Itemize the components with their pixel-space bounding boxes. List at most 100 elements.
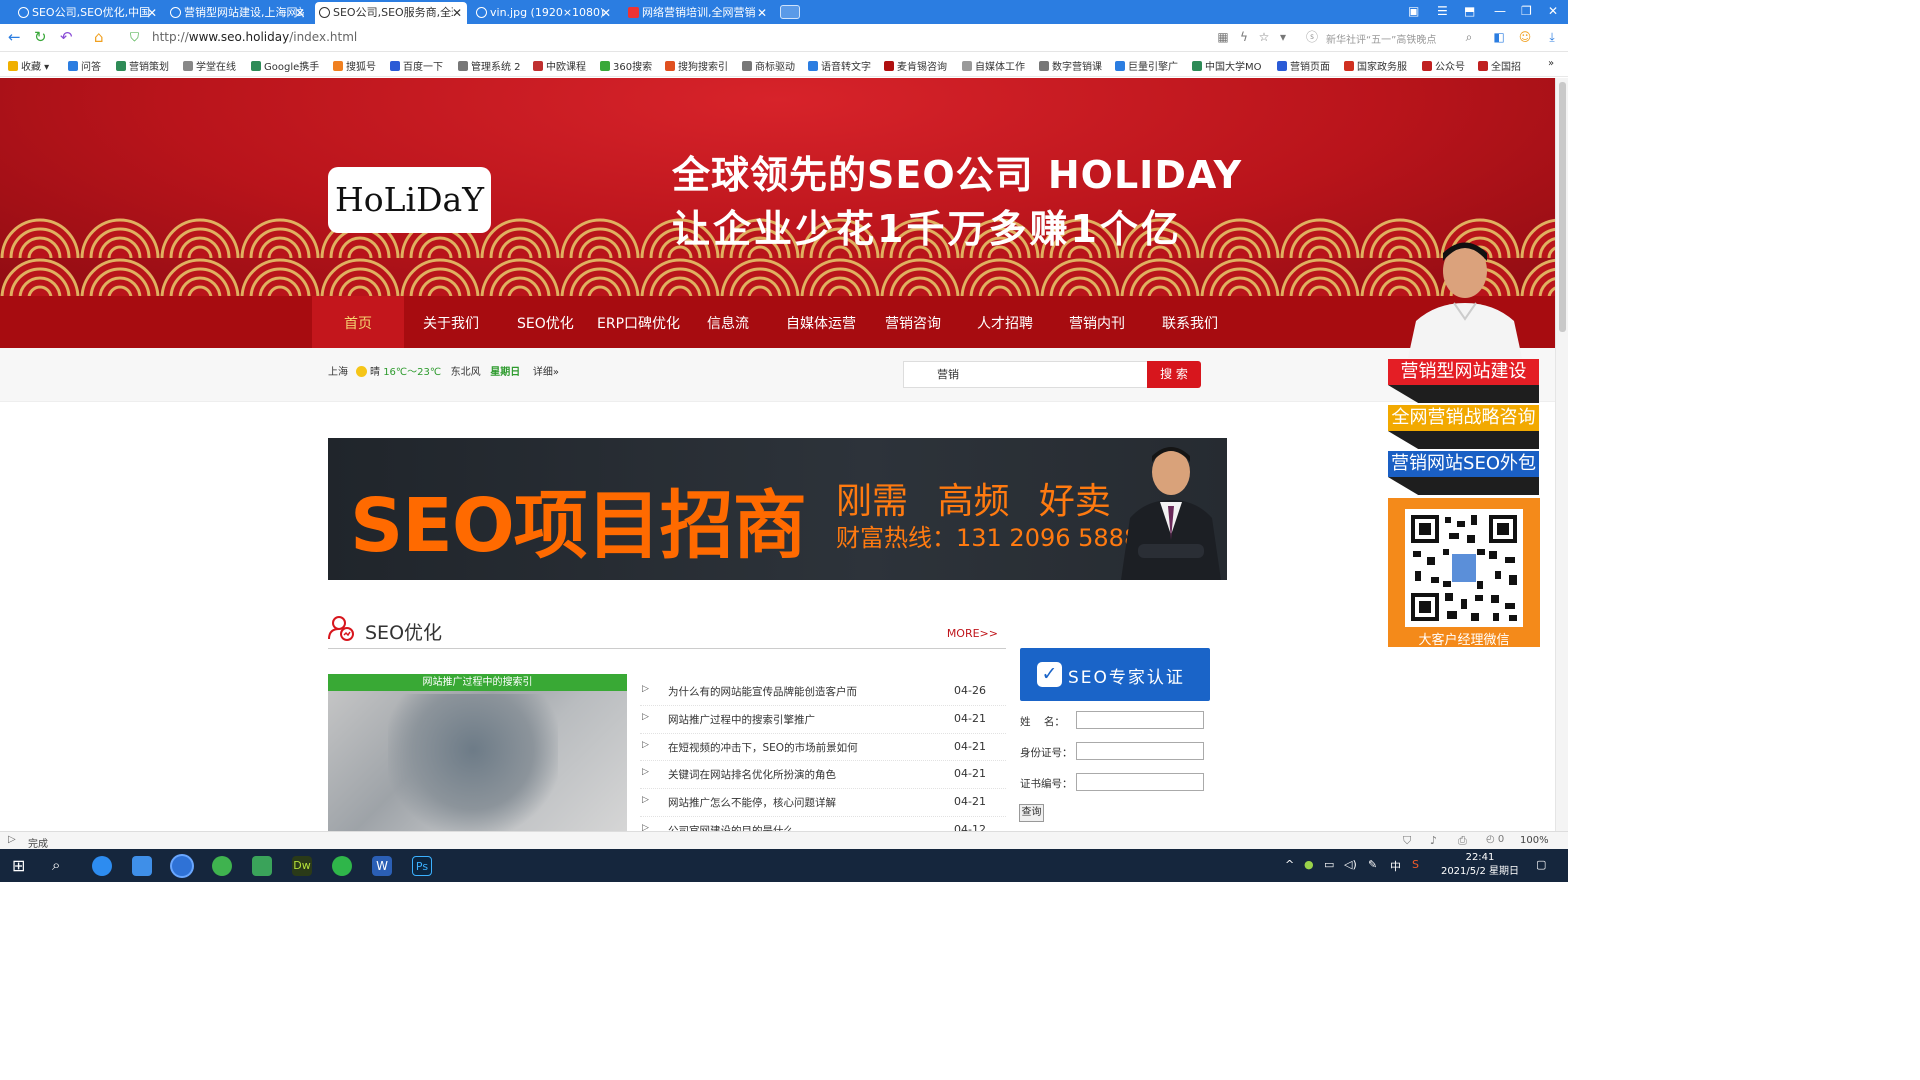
nav-consult[interactable]: 营销咨询 — [885, 313, 941, 333]
bookmark-item[interactable]: 中国大学MO — [1192, 58, 1262, 73]
volume-icon[interactable]: ◁) — [1344, 858, 1357, 871]
bookmark-item[interactable]: 巨量引擎广 — [1115, 58, 1178, 73]
ad-banner[interactable]: SEO项目招商 刚需 高频 好卖 财富热线：131 2096 5888 — [328, 438, 1227, 580]
bookmark-item[interactable]: 全国招 — [1478, 58, 1521, 73]
download-icon[interactable]: ⤓ — [1545, 30, 1559, 44]
bookmark-item[interactable]: 问答 — [68, 58, 101, 73]
id-number-field[interactable] — [1076, 742, 1204, 760]
nav-feed[interactable]: 信息流 — [707, 313, 749, 333]
star-icon[interactable]: ☆ — [1257, 30, 1271, 44]
pen-icon[interactable]: ✎ — [1368, 858, 1377, 871]
browser-tab-active[interactable]: SEO公司,SEO服务商,全球 ✕ — [315, 2, 467, 24]
restore-icon[interactable]: ❐ — [1521, 4, 1532, 18]
wechat-tray-icon[interactable]: ● — [1304, 858, 1314, 871]
menu-icon[interactable]: ☰ — [1437, 4, 1448, 18]
skin-icon[interactable]: ⬒ — [1464, 4, 1475, 18]
dreamweaver-icon[interactable]: Dw — [292, 856, 312, 876]
name-field[interactable] — [1076, 711, 1204, 729]
close-tab-icon[interactable]: ✕ — [452, 2, 462, 24]
chevron-up-icon[interactable]: ^ — [1285, 858, 1294, 871]
bookmark-item[interactable]: 搜狐号 — [333, 58, 376, 73]
browser-tab[interactable]: SEO公司,SEO优化,中国 ✕ — [14, 2, 162, 24]
browser-tab[interactable]: 网络营销培训,全网营销 ✕ — [624, 2, 772, 24]
bookmark-item[interactable]: 营销页面 — [1277, 58, 1330, 73]
more-link[interactable]: MORE>> — [947, 627, 998, 640]
lightning-icon[interactable]: ϟ — [1237, 30, 1251, 44]
wechat-work-icon[interactable] — [252, 856, 272, 876]
sogou-ime-icon[interactable]: S — [1412, 858, 1419, 871]
cert-number-field[interactable] — [1076, 773, 1204, 791]
list-item[interactable]: ▷ 网站推广过程中的搜索引擎推广 04-21 — [640, 706, 1006, 734]
page-scrollbar[interactable] — [1555, 78, 1568, 831]
nav-about[interactable]: 关于我们 — [423, 313, 479, 333]
site-logo[interactable]: HoLiDaY — [328, 167, 491, 233]
nav-home[interactable]: 首页 — [344, 313, 372, 333]
download-count-icon[interactable]: ◴ 0 — [1486, 834, 1504, 845]
bookmark-item[interactable]: 数字营销课 — [1039, 58, 1102, 73]
close-tab-icon[interactable]: ✕ — [601, 2, 611, 24]
wechat-icon[interactable] — [332, 856, 352, 876]
list-item[interactable]: ▷ 公司官网建设的目的是什么 04-12 — [640, 817, 1006, 831]
bookmark-item[interactable]: 商标驱动 — [742, 58, 795, 73]
search-icon[interactable]: ⌕ — [52, 856, 60, 874]
nav-contact[interactable]: 联系我们 — [1162, 313, 1218, 333]
back-icon[interactable]: ← — [8, 29, 21, 45]
zoom-level[interactable]: 100% — [1520, 835, 1549, 846]
scroll-thumb[interactable] — [1559, 82, 1566, 332]
windows-start-icon[interactable]: ⊞ — [12, 856, 25, 875]
bookmark-item[interactable]: 管理系统 2 — [458, 58, 521, 73]
float-website-build[interactable]: 营销型网站建设 — [1388, 359, 1539, 385]
close-tab-icon[interactable]: ✕ — [295, 2, 305, 24]
home-icon[interactable]: ⌂ — [94, 29, 104, 45]
360-icon[interactable] — [212, 856, 232, 876]
shield-icon[interactable]: ⛉ — [1403, 834, 1411, 848]
hot-news[interactable]: 新华社评“五一”高铁晚点 — [1326, 31, 1436, 46]
new-tab-button[interactable] — [780, 5, 800, 19]
url-field[interactable]: http://www.seo.holiday/index.html — [152, 30, 357, 44]
screenshot-icon[interactable]: ▣ — [1408, 4, 1419, 18]
nav-media[interactable]: 自媒体运营 — [786, 313, 856, 333]
bookmark-item[interactable]: 搜狗搜索引 — [665, 58, 728, 73]
more-bookmarks-icon[interactable]: » — [1548, 58, 1554, 69]
list-item[interactable]: ▷ 在短视频的冲击下，SEO的市场前景如何 04-21 — [640, 734, 1006, 762]
sogou-browser-icon[interactable] — [172, 856, 192, 876]
search-button[interactable]: 搜 索 — [1147, 361, 1201, 388]
float-marketing-consult[interactable]: 全网营销战略咨询 — [1388, 405, 1539, 431]
list-item[interactable]: ▷ 为什么有的网站能宣传品牌能创造客户而 04-26 — [640, 678, 1006, 706]
notification-icon[interactable]: ▢ — [1536, 858, 1546, 871]
speaker-icon[interactable]: ♪ — [1430, 834, 1437, 847]
bookmark-item[interactable]: 自媒体工作 — [962, 58, 1025, 73]
bookmark-item[interactable]: 国家政务服 — [1344, 58, 1407, 73]
nav-journal[interactable]: 营销内刊 — [1069, 313, 1125, 333]
smile-icon[interactable]: ☺ — [1518, 30, 1532, 44]
network-icon[interactable]: ▭ — [1324, 858, 1334, 871]
play-icon[interactable]: ▷ — [8, 834, 16, 845]
close-window-icon[interactable]: ✕ — [1548, 4, 1558, 18]
bookmark-item[interactable]: 360搜索 — [600, 58, 652, 73]
photoshop-icon[interactable]: Ps — [412, 856, 432, 876]
minimize-icon[interactable]: — — [1494, 4, 1506, 18]
window-icon[interactable]: ◧ — [1492, 30, 1506, 44]
search-input[interactable]: 营销 — [903, 361, 1149, 388]
close-tab-icon[interactable]: ✕ — [147, 2, 157, 24]
close-tab-icon[interactable]: ✕ — [757, 2, 767, 24]
refresh-icon[interactable]: ↻ — [34, 29, 47, 45]
search-icon[interactable]: ⌕ — [1462, 30, 1476, 44]
featured-thumbnail[interactable]: 网站推广过程中的搜索引 — [328, 674, 627, 831]
bookmark-item[interactable]: 收藏 ▾ — [8, 58, 49, 73]
ime-indicator[interactable]: 中 — [1390, 858, 1401, 874]
feather-app-icon[interactable] — [132, 856, 152, 876]
nav-erp[interactable]: ERP口碑优化 — [597, 313, 680, 333]
bookmark-item[interactable]: 营销策划 — [116, 58, 169, 73]
browser-tab[interactable]: 营销型网站建设,上海网站 ✕ — [166, 2, 310, 24]
nav-jobs[interactable]: 人才招聘 — [977, 313, 1033, 333]
undo-icon[interactable]: ↶ — [60, 29, 73, 45]
bookmark-item[interactable]: 百度一下 — [390, 58, 443, 73]
bookmark-item[interactable]: 公众号 — [1422, 58, 1465, 73]
clock[interactable]: 22:41 2021/5/2 星期日 — [1440, 851, 1520, 879]
list-item[interactable]: ▷ 网站推广怎么不能停，核心问题详解 04-21 — [640, 789, 1006, 817]
bookmark-item[interactable]: 中欧课程 — [533, 58, 586, 73]
bookmark-item[interactable]: 麦肯锡咨询 — [884, 58, 947, 73]
bookmark-item[interactable]: 语音转文字 — [808, 58, 871, 73]
bookmark-item[interactable]: Google携手 — [251, 58, 319, 73]
